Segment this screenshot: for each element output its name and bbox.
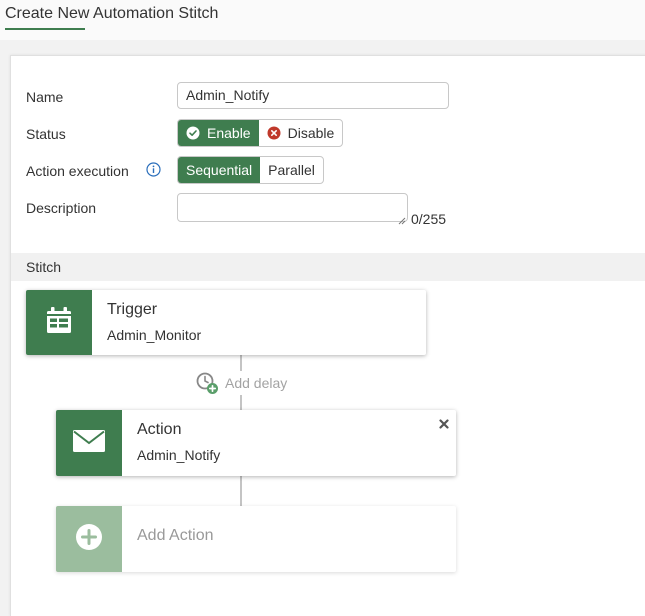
action-execution-toggle: Sequential Parallel	[177, 156, 324, 184]
page-title-underline	[5, 28, 85, 30]
description-label: Description	[26, 200, 97, 216]
action-execution-label: Action execution	[26, 163, 129, 179]
status-disable-option[interactable]: Disable	[259, 120, 343, 146]
add-delay-button[interactable]: Add delay	[195, 371, 288, 396]
add-action-card[interactable]: Add Action	[56, 506, 456, 572]
close-icon[interactable]	[439, 416, 449, 429]
info-icon[interactable]	[146, 162, 161, 177]
action-value: Admin_Notify	[137, 447, 221, 463]
trigger-card[interactable]: Trigger Admin_Monitor	[26, 290, 426, 355]
status-toggle: Enable Disable	[177, 119, 344, 147]
clock-plus-icon	[195, 371, 220, 396]
connector-line	[240, 476, 242, 506]
parallel-option[interactable]: Parallel	[260, 157, 323, 183]
status-enable-option[interactable]: Enable	[178, 120, 259, 146]
stitch-section-title: Stitch	[26, 259, 62, 275]
add-action-label: Add Action	[137, 527, 214, 544]
add-action-icon-box	[56, 506, 122, 572]
envelope-icon	[72, 429, 106, 458]
stitch-section-header: Stitch	[11, 253, 645, 281]
add-delay-label: Add delay	[225, 375, 288, 391]
name-label: Name	[26, 89, 64, 105]
status-disable-label: Disable	[287, 125, 335, 141]
status-enable-label: Enable	[207, 125, 251, 141]
calendar-icon	[44, 305, 74, 340]
connector-line	[240, 395, 242, 410]
resize-grip-icon[interactable]	[398, 212, 406, 225]
connector-line	[240, 355, 242, 371]
sequential-option[interactable]: Sequential	[178, 157, 261, 183]
x-circle-icon	[267, 126, 281, 140]
status-label: Status	[26, 126, 66, 142]
page-title: Create New Automation Stitch	[5, 5, 219, 22]
plus-circle-icon	[75, 523, 103, 556]
description-char-count: 0/255	[411, 211, 447, 227]
trigger-title: Trigger	[107, 301, 158, 318]
check-circle-icon	[186, 126, 200, 140]
action-icon-box	[56, 410, 122, 476]
action-card[interactable]: Action Admin_Notify	[56, 410, 456, 476]
trigger-icon-box	[26, 290, 92, 355]
page-header: Create New Automation Stitch	[0, 0, 645, 40]
trigger-value: Admin_Monitor	[107, 327, 202, 343]
description-textarea[interactable]	[177, 193, 408, 225]
action-title: Action	[137, 421, 182, 438]
name-input[interactable]: Admin_Notify	[177, 82, 449, 109]
